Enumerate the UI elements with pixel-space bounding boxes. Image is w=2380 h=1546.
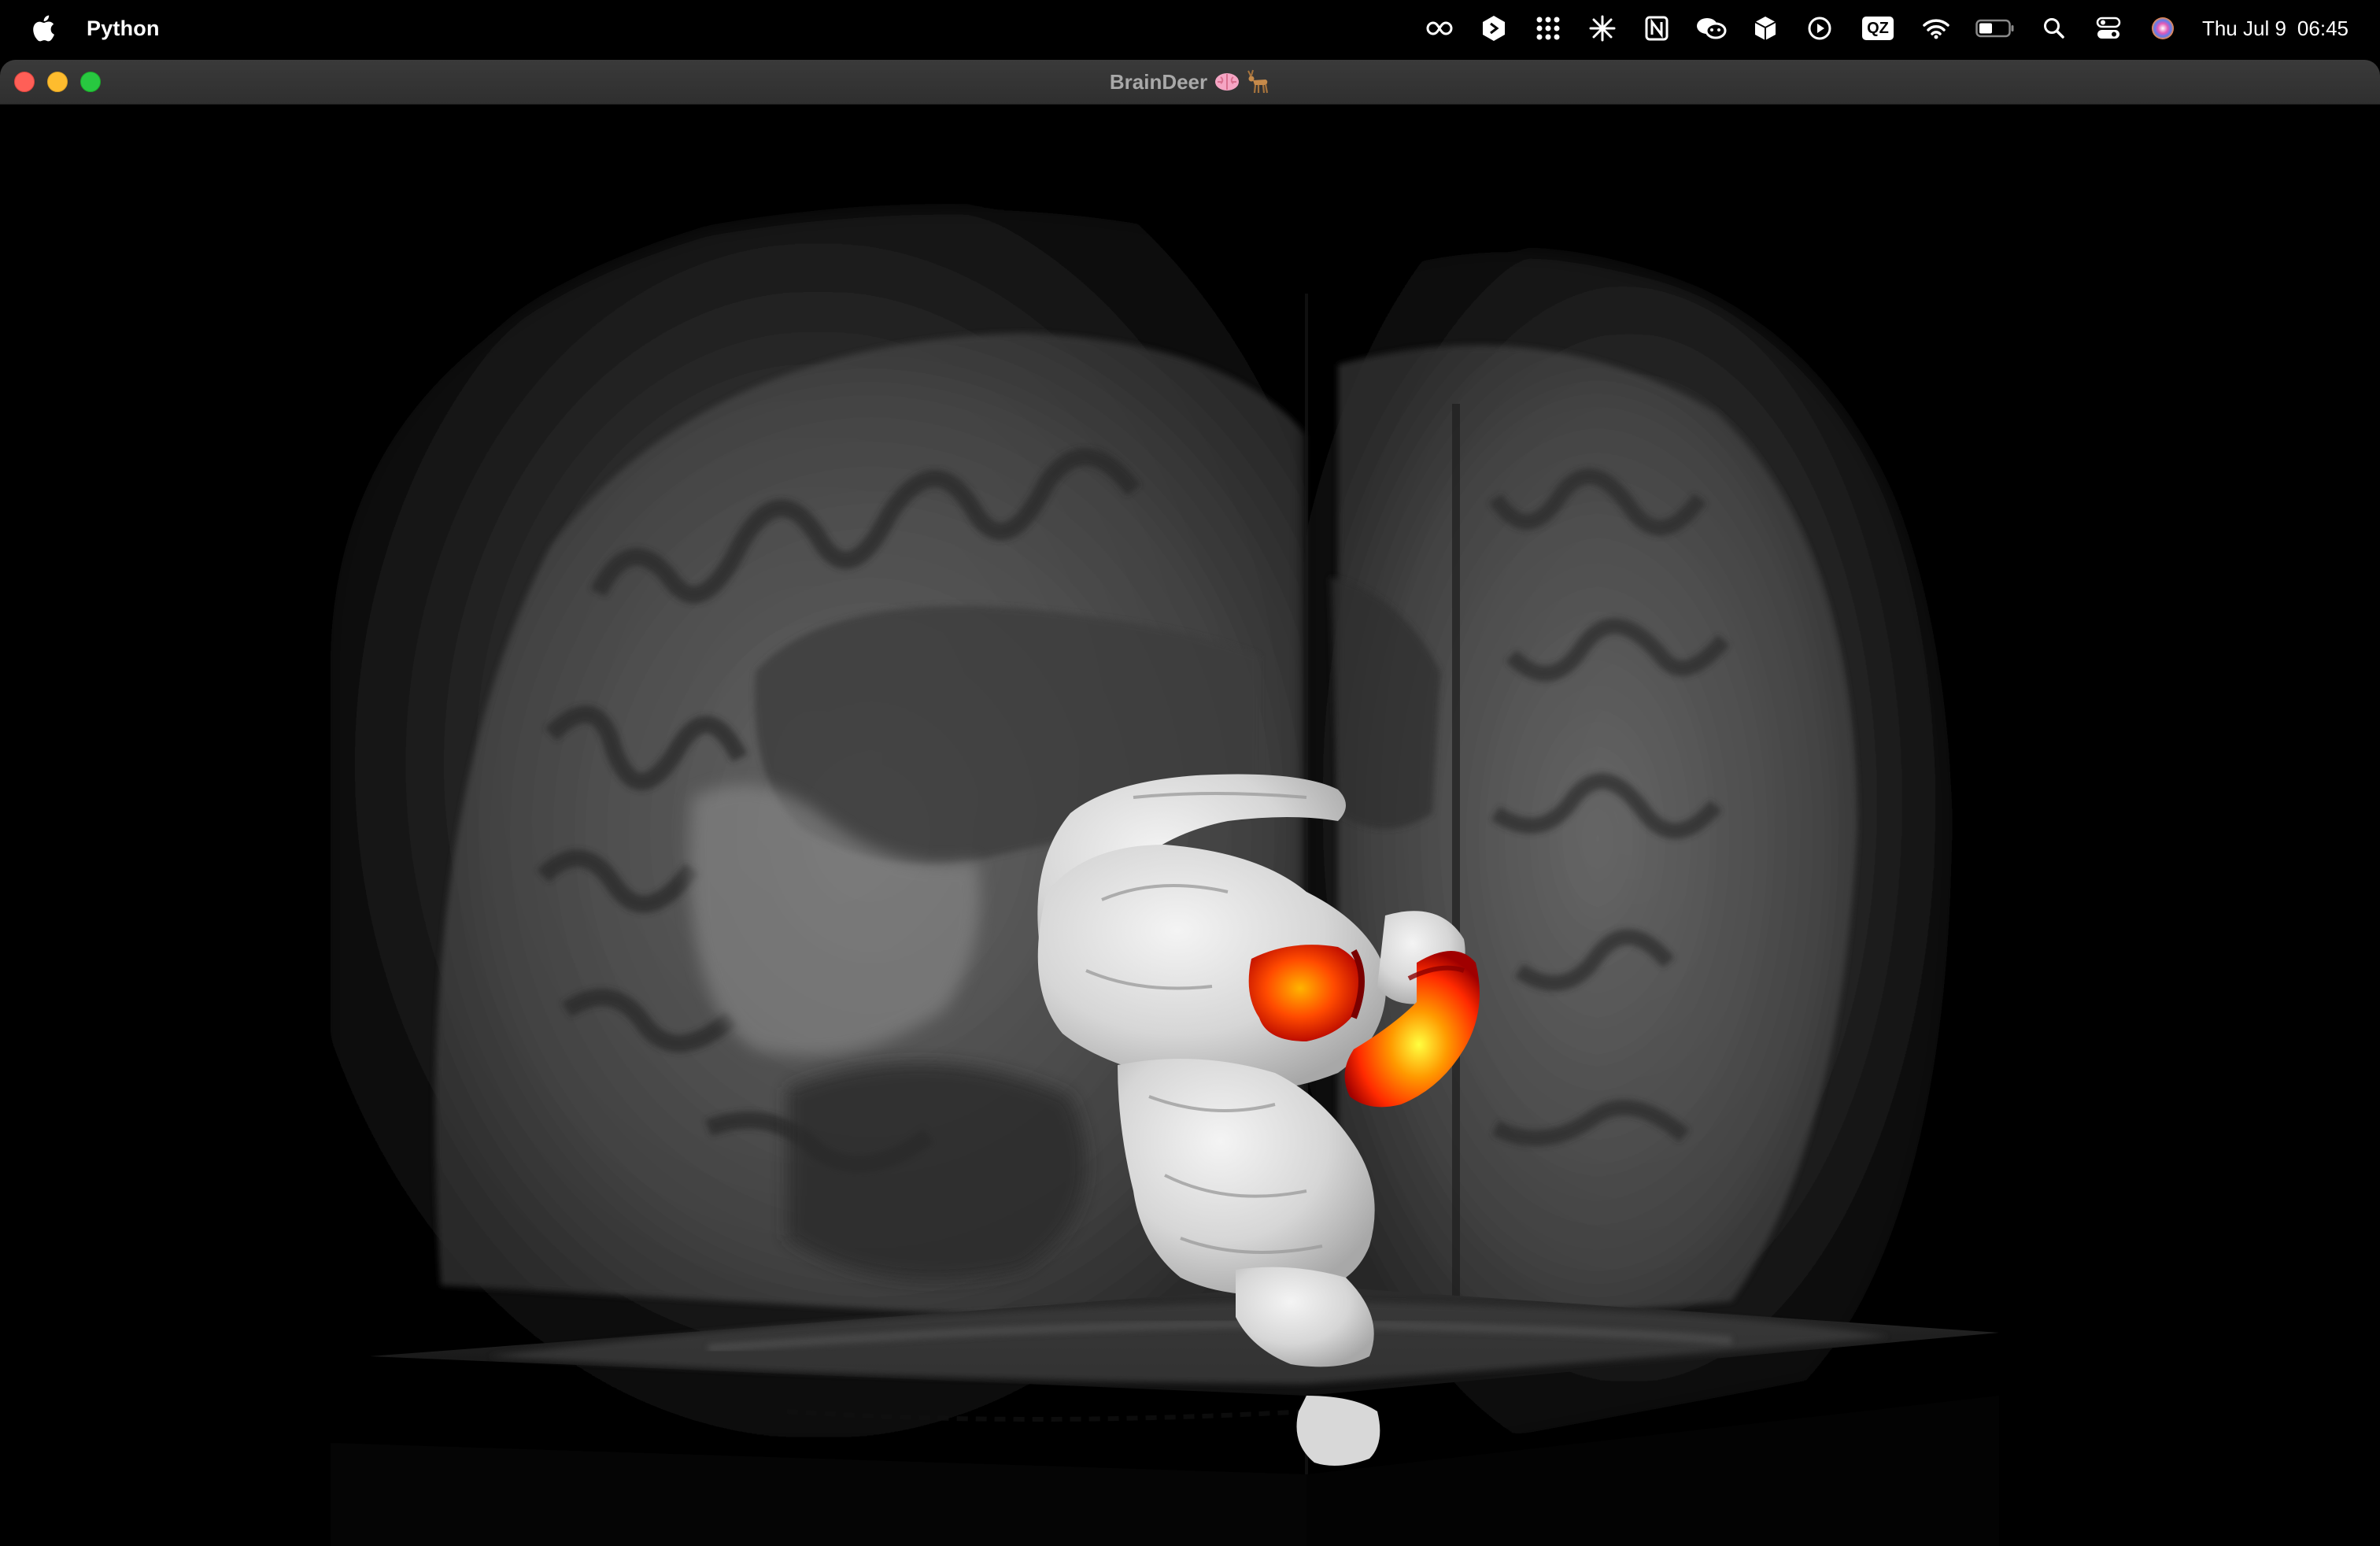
close-window-button[interactable]	[14, 72, 35, 92]
minimize-window-button[interactable]	[47, 72, 68, 92]
zoom-window-button[interactable]	[80, 72, 101, 92]
title-emoji-group	[1214, 69, 1270, 94]
creative-cloud-icon[interactable]	[1424, 13, 1455, 44]
menu-clock[interactable]: Thu Jul 9 06:45	[2202, 17, 2349, 41]
brain-3d-viewport[interactable]	[0, 105, 2380, 1546]
wifi-icon[interactable]	[1920, 13, 1952, 44]
wechat-icon[interactable]	[1695, 13, 1727, 44]
mri-coronal-slice	[1306, 252, 1952, 1474]
qz-label: QZ	[1862, 17, 1894, 40]
deer-icon	[1247, 69, 1269, 94]
sparkle-icon[interactable]	[1587, 13, 1618, 44]
play-icon[interactable]	[1804, 13, 1835, 44]
status-area: QZ Thu Jul 9 06:45	[1401, 0, 2349, 57]
active-app-name[interactable]: Python	[87, 17, 160, 41]
control-center-icon[interactable]	[2093, 13, 2124, 44]
grid-dots-icon[interactable]	[1532, 13, 1564, 44]
clock-day: Thu Jul 9	[2201, 16, 2286, 40]
apple-logo-icon[interactable]	[31, 14, 55, 43]
siri-icon[interactable]	[2147, 13, 2179, 44]
qz-icon[interactable]: QZ	[1858, 13, 1898, 44]
brain-icon	[1215, 73, 1240, 91]
menu-bar: Python QZ Thu Jul 9 06:45	[0, 0, 2380, 57]
search-icon[interactable]	[2038, 13, 2070, 44]
notion-icon[interactable]	[1641, 13, 1672, 44]
window-controls	[14, 72, 101, 92]
app-window: BrainDeer	[0, 60, 2380, 1546]
clock-time: 06:45	[2297, 16, 2349, 40]
window-title: BrainDeer	[1110, 69, 1270, 94]
battery-icon[interactable]	[1975, 13, 2016, 44]
window-title-text: BrainDeer	[1109, 69, 1208, 94]
hexagon-app-icon[interactable]	[1478, 13, 1510, 44]
box-icon[interactable]	[1750, 13, 1781, 44]
window-titlebar[interactable]: BrainDeer	[0, 60, 2380, 105]
